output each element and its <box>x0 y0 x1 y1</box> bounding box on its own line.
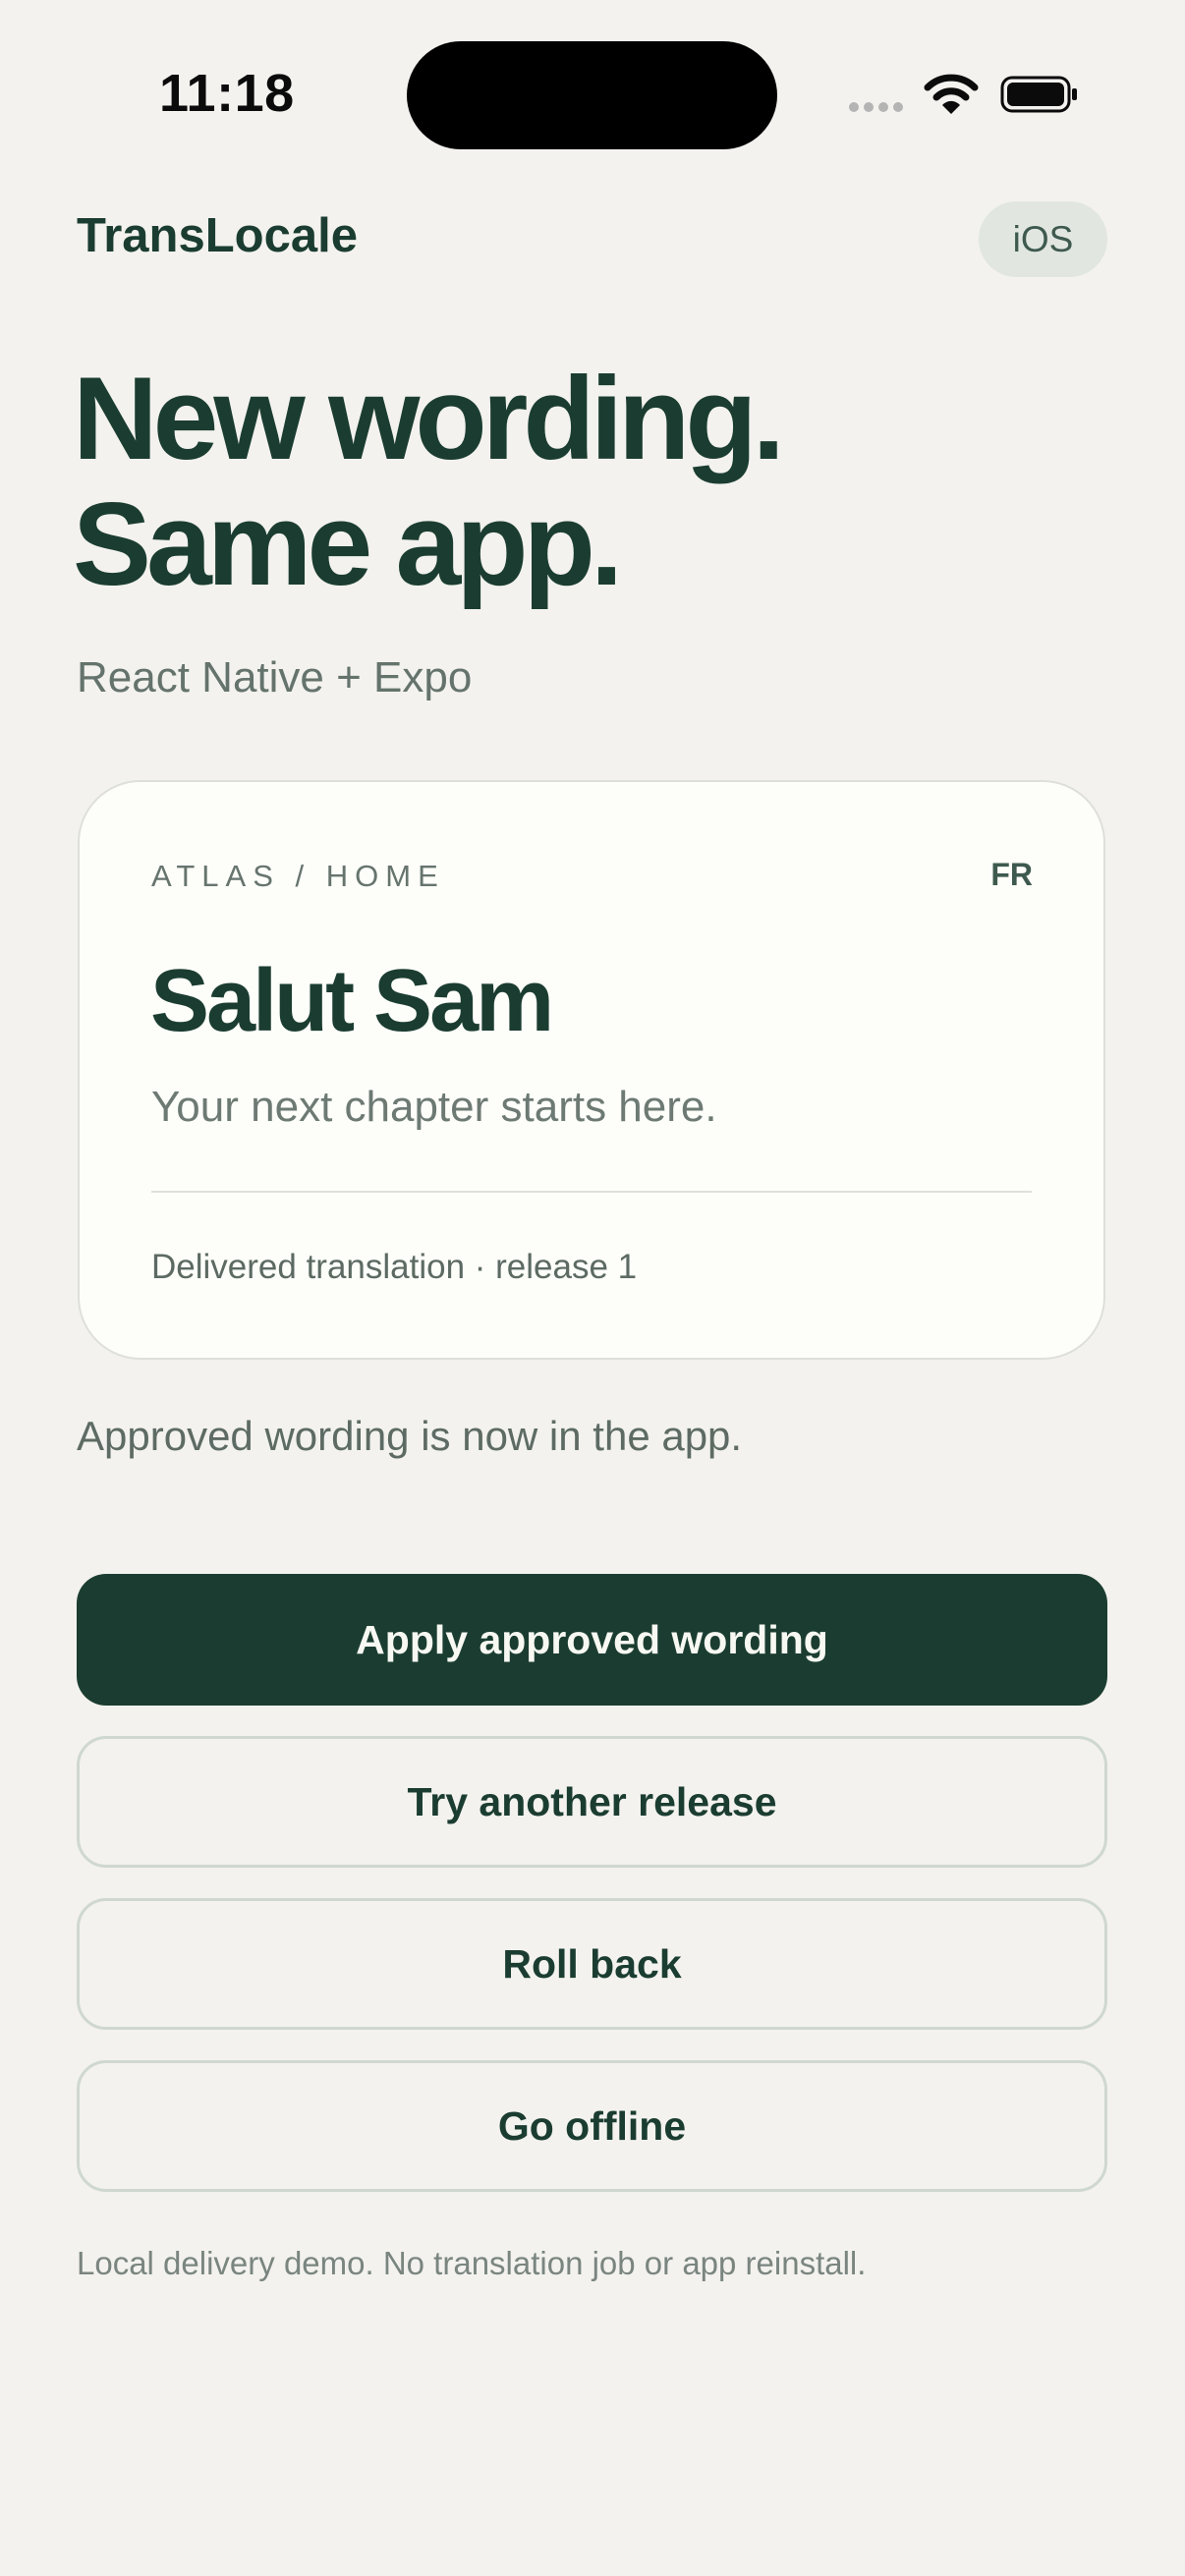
card-breadcrumb: ATLAS / HOME <box>151 859 445 893</box>
wifi-icon <box>924 74 979 114</box>
card-greeting: Salut Sam <box>150 952 554 1050</box>
hero-title: New wording. Same app. <box>73 353 785 610</box>
card-divider <box>151 1191 1032 1193</box>
language-badge: FR <box>990 857 1033 892</box>
dynamic-island <box>407 41 777 149</box>
apply-approved-wording-button[interactable]: Apply approved wording <box>77 1574 1107 1706</box>
status-bar-time: 11:18 <box>159 64 295 123</box>
translation-preview-card: ATLAS / HOME FR Salut Sam Your next chap… <box>78 780 1105 1360</box>
hero-subtitle: React Native + Expo <box>77 653 473 701</box>
app-brand: TransLocale <box>77 209 358 262</box>
cellular-signal-icon <box>849 102 903 112</box>
roll-back-button[interactable]: Roll back <box>77 1898 1107 2030</box>
platform-badge: iOS <box>979 201 1107 277</box>
hero-title-line-1: New wording. <box>73 353 785 484</box>
card-release-info: Delivered translation · release 1 <box>151 1248 638 1286</box>
hero-title-line-2: Same app. <box>73 478 623 610</box>
footnote: Local delivery demo. No translation job … <box>77 2245 867 2281</box>
try-another-release-button[interactable]: Try another release <box>77 1736 1107 1868</box>
status-message: Approved wording is now in the app. <box>77 1413 743 1459</box>
battery-icon <box>1000 76 1077 113</box>
card-tagline: Your next chapter starts here. <box>151 1083 717 1131</box>
go-offline-button[interactable]: Go offline <box>77 2060 1107 2192</box>
